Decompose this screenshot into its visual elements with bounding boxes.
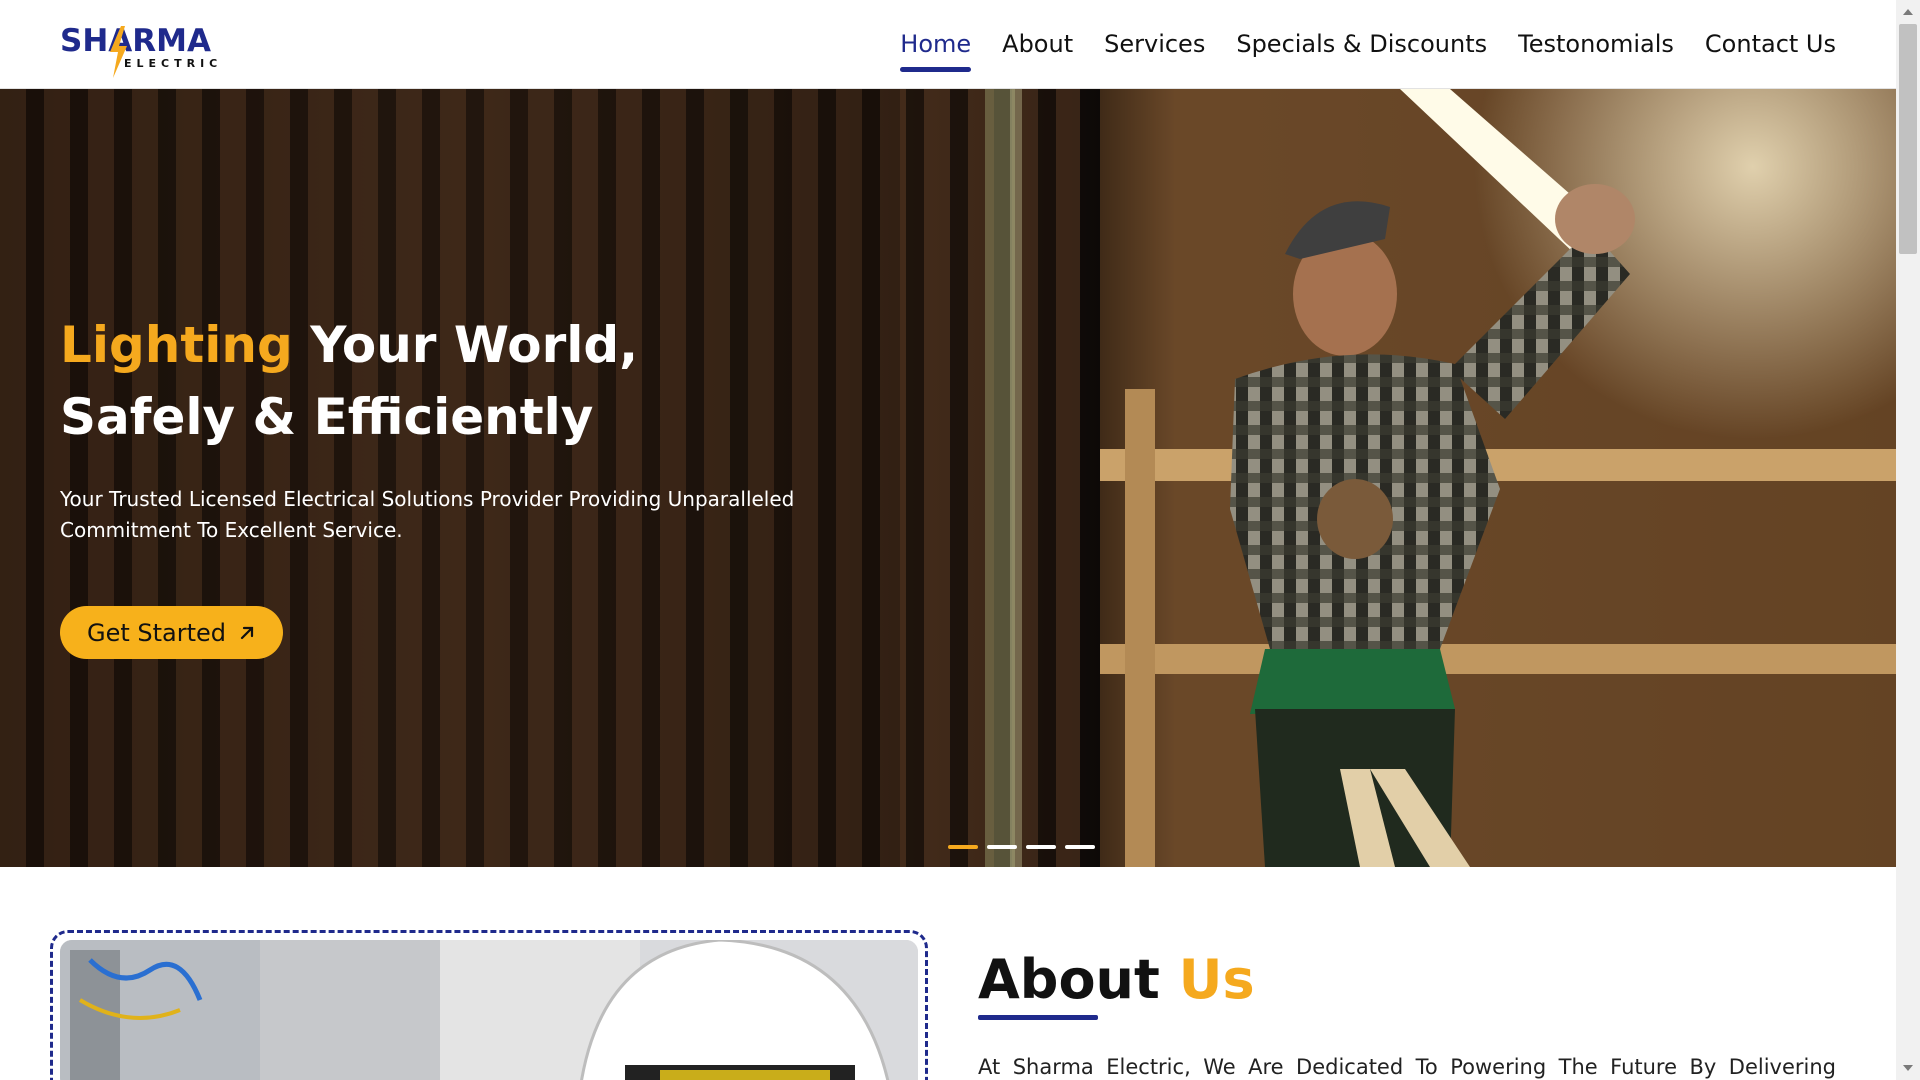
scroll-thumb[interactable] bbox=[1899, 24, 1917, 254]
main-nav: Home About Services Specials & Discounts… bbox=[900, 0, 1836, 89]
nav-home[interactable]: Home bbox=[900, 0, 971, 89]
scroll-up-icon[interactable] bbox=[1903, 9, 1913, 15]
page-scrollbar[interactable] bbox=[1896, 0, 1920, 1080]
lightning-bolt-icon bbox=[110, 26, 127, 78]
nav-about[interactable]: About bbox=[1002, 0, 1073, 89]
hero-subtitle: Your Trusted Licensed Electrical Solutio… bbox=[60, 487, 795, 542]
about-photo bbox=[60, 940, 918, 1080]
hero-slider: Lighting Your World, Safely & Efficientl… bbox=[0, 89, 1896, 867]
slider-dot-4[interactable] bbox=[1065, 845, 1095, 849]
site-header: SHARMA ELECTRIC Home About Services Spec… bbox=[0, 0, 1896, 89]
slider-dot-2[interactable] bbox=[987, 845, 1017, 849]
get-started-button[interactable]: Get Started bbox=[60, 606, 283, 659]
nav-testimonials[interactable]: Testonomials bbox=[1518, 0, 1674, 89]
nav-services[interactable]: Services bbox=[1104, 0, 1205, 89]
about-text: At Sharma Electric, We Are Dedicated To … bbox=[978, 1055, 1836, 1079]
hero-title-accent: Lighting bbox=[60, 316, 293, 374]
about-title-accent: Us bbox=[1178, 948, 1255, 1011]
about-title-underline bbox=[978, 1015, 1098, 1020]
slider-dot-3[interactable] bbox=[1026, 845, 1056, 849]
slider-dots bbox=[948, 845, 1095, 849]
about-title-main: About bbox=[978, 948, 1160, 1011]
arrow-up-right-icon bbox=[240, 626, 254, 639]
hero-background-image bbox=[0, 89, 1896, 867]
scroll-down-icon[interactable] bbox=[1903, 1065, 1913, 1071]
hero-title: Lighting Your World, Safely & Efficientl… bbox=[60, 309, 820, 453]
slider-dot-1[interactable] bbox=[948, 845, 978, 849]
brand-sub: ELECTRIC bbox=[124, 57, 223, 70]
about-title: About Us bbox=[978, 945, 1255, 1015]
brand-logo[interactable]: SHARMA ELECTRIC bbox=[60, 22, 230, 80]
get-started-label: Get Started bbox=[86, 618, 227, 647]
nav-specials-discounts[interactable]: Specials & Discounts bbox=[1236, 0, 1487, 89]
nav-contact-us[interactable]: Contact Us bbox=[1705, 0, 1836, 89]
brand-name: SHARMA bbox=[60, 23, 211, 59]
about-image bbox=[60, 940, 918, 1080]
